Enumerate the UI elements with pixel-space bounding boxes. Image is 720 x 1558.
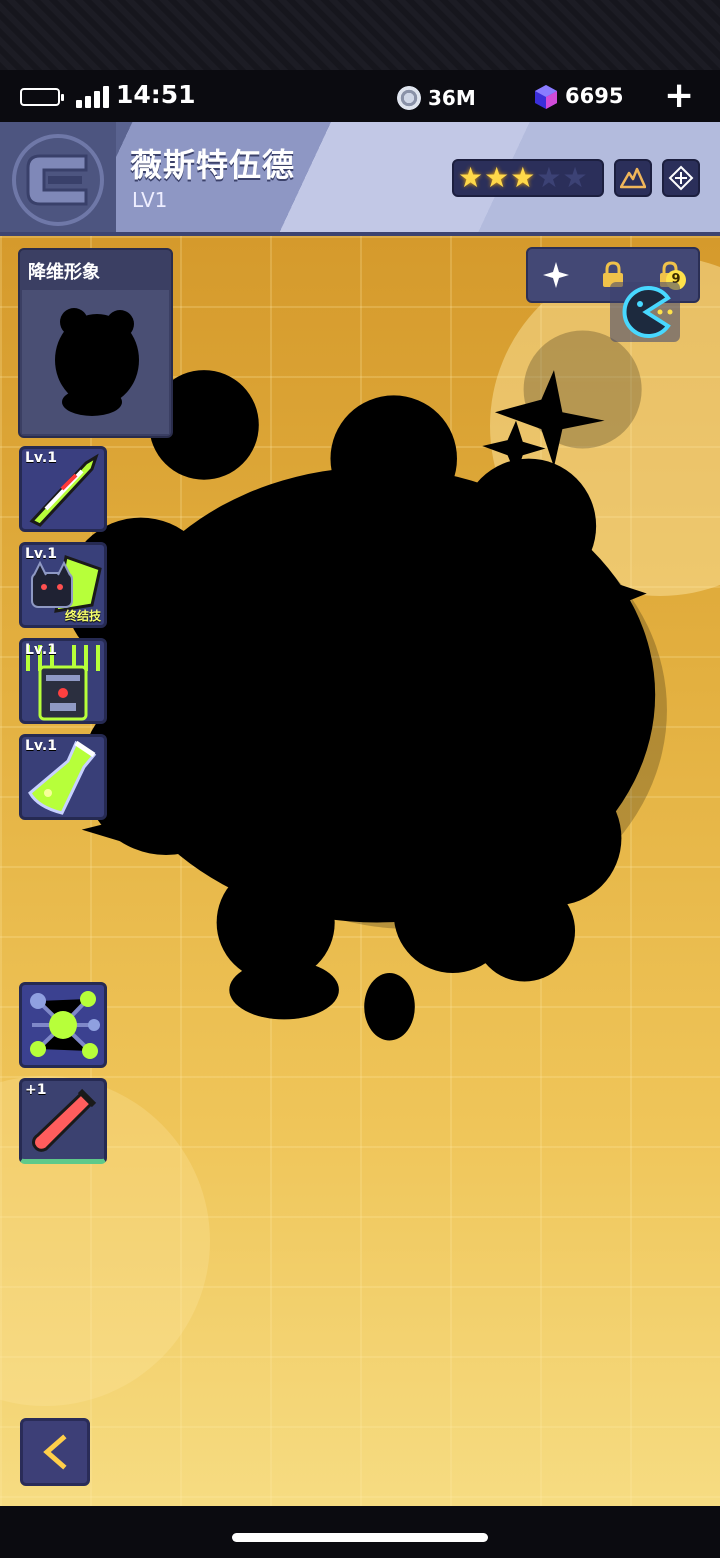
star-empty-icon: ★ — [562, 161, 588, 194]
gem-icon — [535, 85, 557, 109]
character-header — [0, 122, 720, 236]
skill-level: Lv.1 — [25, 450, 57, 466]
item-slot-molecule[interactable] — [19, 982, 107, 1068]
skill-slot-ultimate[interactable]: Lv.1 终结技 — [19, 542, 107, 628]
faction-emblem-icon — [0, 122, 116, 236]
star-empty-icon: ★ — [536, 161, 562, 194]
skill-level: Lv.1 — [25, 546, 57, 562]
back-button[interactable] — [20, 1418, 90, 1486]
skill-slot-blade[interactable]: Lv.1 — [19, 446, 107, 532]
signal-icon — [76, 86, 110, 108]
crosshair-icon — [668, 165, 694, 191]
dimension-form-preview — [22, 290, 169, 434]
chevron-left-icon — [43, 1434, 67, 1470]
coin-count: 36M — [428, 86, 476, 110]
dimension-form-title: 降维形象 — [28, 262, 100, 283]
pacman-icon — [622, 286, 673, 338]
home-indicator[interactable] — [232, 1533, 488, 1542]
class-button[interactable] — [662, 159, 700, 197]
item-slot-test-tube[interactable]: +1 — [19, 1078, 107, 1164]
top-decor-band — [0, 0, 720, 70]
character-name: 薇斯特伍德 — [130, 146, 296, 184]
star-icon: ★ — [510, 161, 536, 194]
mountain-icon — [620, 167, 646, 189]
skill-slot-flask[interactable]: Lv.1 — [19, 734, 107, 820]
plus-icon[interactable]: + — [664, 78, 694, 114]
bottom-band — [0, 1506, 720, 1558]
sparkle-icon — [543, 262, 570, 288]
skill-level: Lv.1 — [25, 738, 57, 754]
rank-button[interactable] — [614, 159, 652, 197]
coin-icon — [397, 86, 421, 110]
mini-silhouette-icon — [55, 308, 139, 416]
character-level: LV1 — [132, 188, 168, 212]
star-icon: ★ — [484, 161, 510, 194]
skin-sparkle-button[interactable] — [528, 249, 585, 301]
star-icon: ★ — [458, 161, 484, 194]
skill-level: Lv.1 — [25, 642, 57, 658]
item-count-label: +1 — [25, 1082, 47, 1098]
molecule-icon — [30, 991, 100, 1059]
clock: 14:51 — [116, 80, 196, 109]
gem-count: 6695 — [565, 84, 624, 108]
dimension-form-card[interactable]: 降维形象 — [18, 248, 173, 438]
star-rating: ★ ★ ★ ★ ★ — [452, 159, 604, 197]
ultimate-tag: 终结技 — [64, 609, 101, 623]
skill-slot-machine[interactable]: Lv.1 — [19, 638, 107, 724]
battery-icon — [20, 88, 64, 106]
companion-button[interactable] — [610, 282, 680, 342]
